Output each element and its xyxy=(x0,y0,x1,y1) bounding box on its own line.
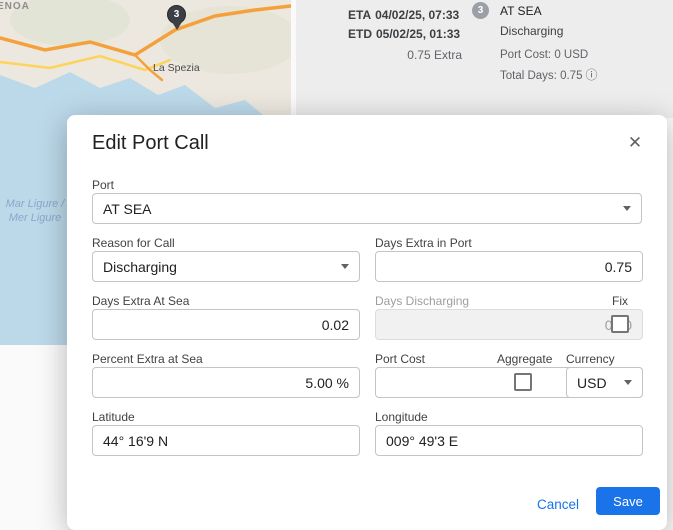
dialog-title: Edit Port Call xyxy=(92,132,209,155)
app-screen: ENOA 3 La Spezia Mar Ligure / Mer Ligure… xyxy=(0,0,673,530)
days-extra-at-sea-input[interactable] xyxy=(92,309,360,340)
fix-checkbox[interactable] xyxy=(611,315,629,333)
longitude-input[interactable] xyxy=(375,425,643,456)
days-discharging-label: Days Discharging xyxy=(375,294,469,308)
map-marker-pin[interactable]: 3 xyxy=(167,5,187,33)
port-cost-label: Port Cost xyxy=(375,352,425,366)
cancel-button[interactable]: Cancel xyxy=(529,491,587,518)
map-city-label: La Spezia xyxy=(153,62,200,74)
itinerary-panel: ETA 04/02/25, 07:33 ETD 05/02/25, 01:33 0.… xyxy=(296,0,673,118)
save-button[interactable]: Save xyxy=(596,487,660,515)
aggregate-checkbox[interactable] xyxy=(514,373,532,391)
stop-info: AT SEA Discharging Port Cost: 0 USD Tota… xyxy=(500,4,597,83)
eta-label: ETA xyxy=(348,8,371,22)
currency-label: Currency xyxy=(566,352,615,366)
total-days-text: Total Days: 0.75 xyxy=(500,70,582,82)
chevron-down-icon xyxy=(624,380,632,385)
etd-value: 05/02/25, 01:33 xyxy=(376,27,460,41)
etd-label: ETD xyxy=(348,27,372,41)
aggregate-label: Aggregate xyxy=(497,352,552,366)
latitude-input[interactable] xyxy=(92,425,360,456)
days-extra-at-sea-label: Days Extra At Sea xyxy=(92,294,189,308)
currency-select[interactable]: USD xyxy=(566,367,643,398)
eta-etd-block: ETA 04/02/25, 07:33 ETD 05/02/25, 01:33 xyxy=(348,8,464,46)
map-marker-tip xyxy=(172,22,182,30)
reason-for-call-label: Reason for Call xyxy=(92,236,175,250)
percent-extra-at-sea-input[interactable] xyxy=(92,367,360,398)
etd-row: ETD 05/02/25, 01:33 xyxy=(348,27,464,41)
map-sea-label: Mar Ligure / Mer Ligure xyxy=(5,197,65,226)
stop-activity: Discharging xyxy=(500,24,597,38)
close-icon[interactable]: ✕ xyxy=(623,131,647,155)
chevron-down-icon xyxy=(341,264,349,269)
stop-port-cost: Port Cost: 0 USD xyxy=(500,49,597,61)
reason-for-call-select[interactable]: Discharging xyxy=(92,251,360,282)
days-extra-in-port-input[interactable] xyxy=(375,251,643,282)
reason-select-value: Discharging xyxy=(103,259,177,275)
chevron-down-icon xyxy=(623,206,631,211)
port-label: Port xyxy=(92,178,114,192)
longitude-label: Longitude xyxy=(375,410,428,424)
latitude-label: Latitude xyxy=(92,410,135,424)
stop-total-days: Total Days: 0.75ⓘ xyxy=(500,66,597,83)
edit-port-call-dialog: Edit Port Call ✕ Port AT SEA Reason for … xyxy=(67,115,667,530)
extra-days-value: 0.75 Extra xyxy=(348,48,462,62)
info-icon[interactable]: ⓘ xyxy=(585,68,597,82)
percent-extra-at-sea-label: Percent Extra at Sea xyxy=(92,352,203,366)
port-select-value: AT SEA xyxy=(103,201,152,217)
map-place-label: ENOA xyxy=(0,1,30,12)
currency-select-value: USD xyxy=(577,375,607,391)
eta-row: ETA 04/02/25, 07:33 xyxy=(348,8,464,22)
days-extra-in-port-label: Days Extra in Port xyxy=(375,236,472,250)
eta-value: 04/02/25, 07:33 xyxy=(375,8,459,22)
fix-label: Fix xyxy=(612,294,628,308)
days-discharging-input xyxy=(375,309,643,340)
stop-port-name: AT SEA xyxy=(500,4,597,18)
port-select[interactable]: AT SEA xyxy=(92,193,642,224)
stop-number-badge: 3 xyxy=(472,2,489,19)
